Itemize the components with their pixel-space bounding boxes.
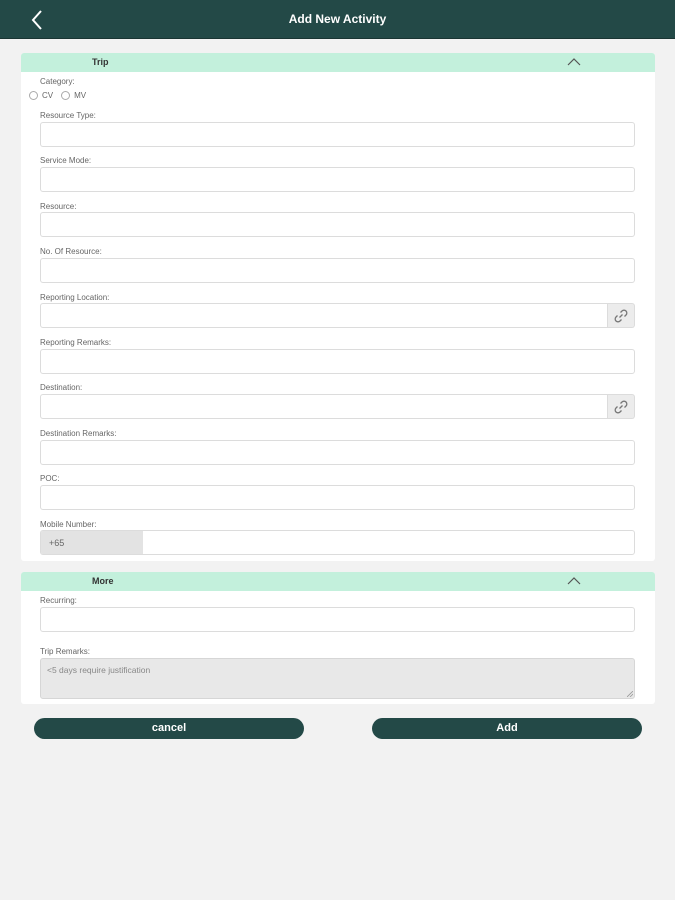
trip-remarks-label: Trip Remarks: bbox=[40, 647, 90, 656]
destination-remarks-field[interactable] bbox=[40, 440, 635, 465]
category-label: Category: bbox=[40, 77, 75, 86]
service-mode-label: Service Mode: bbox=[40, 156, 92, 165]
link-icon bbox=[614, 309, 628, 322]
poc-field[interactable] bbox=[40, 485, 635, 510]
recurring-label: Recurring: bbox=[40, 596, 77, 605]
resource-field[interactable] bbox=[40, 212, 635, 237]
chevron-up-icon[interactable] bbox=[567, 57, 581, 67]
trip-remarks-textarea[interactable]: <5 days require justification bbox=[40, 658, 635, 699]
no-of-resource-field[interactable] bbox=[40, 258, 635, 283]
reporting-location-link-button[interactable] bbox=[608, 303, 635, 328]
no-of-resource-label: No. Of Resource: bbox=[40, 247, 102, 256]
category-radio-group: CV MV bbox=[29, 91, 94, 100]
trip-section-title: Trip bbox=[92, 57, 109, 67]
radio-mv-label: MV bbox=[74, 91, 87, 100]
page-title: Add New Activity bbox=[288, 12, 387, 26]
destination-link-button[interactable] bbox=[608, 394, 635, 419]
destination-field[interactable] bbox=[40, 394, 608, 419]
destination-remarks-label: Destination Remarks: bbox=[40, 429, 117, 438]
reporting-location-label: Reporting Location: bbox=[40, 293, 110, 302]
destination-label: Destination: bbox=[40, 383, 83, 392]
mobile-prefix[interactable]: +65 bbox=[41, 531, 143, 554]
trip-section-header[interactable]: Trip bbox=[21, 53, 655, 72]
resource-type-field[interactable] bbox=[40, 122, 635, 147]
more-section: More Recurring: Trip Remarks: <5 days re… bbox=[21, 572, 655, 704]
radio-cv[interactable] bbox=[29, 91, 38, 100]
add-button[interactable]: Add bbox=[372, 718, 642, 739]
resource-label: Resource: bbox=[40, 202, 77, 211]
link-icon bbox=[614, 400, 628, 413]
service-mode-field[interactable] bbox=[40, 167, 635, 192]
radio-mv[interactable] bbox=[61, 91, 71, 100]
poc-label: POC: bbox=[40, 474, 60, 483]
category-option-mv[interactable]: MV bbox=[61, 91, 86, 100]
chevron-up-icon[interactable] bbox=[567, 576, 581, 586]
reporting-remarks-field[interactable] bbox=[40, 349, 635, 374]
mobile-number-label: Mobile Number: bbox=[40, 520, 97, 529]
recurring-field[interactable] bbox=[40, 607, 635, 632]
mobile-number-field[interactable]: +65 bbox=[40, 530, 635, 555]
more-section-header[interactable]: More bbox=[21, 572, 655, 591]
top-app-bar: Add New Activity bbox=[0, 0, 675, 39]
cancel-button[interactable]: cancel bbox=[34, 718, 304, 739]
trip-section: Trip Category: CV MV Resource Type: Serv… bbox=[21, 53, 655, 561]
more-section-title: More bbox=[92, 576, 114, 586]
resource-type-label: Resource Type: bbox=[40, 111, 96, 120]
trip-remarks-placeholder: <5 days require justification bbox=[47, 665, 151, 675]
radio-cv-label: CV bbox=[42, 91, 54, 100]
reporting-remarks-label: Reporting Remarks: bbox=[40, 338, 112, 347]
reporting-location-field[interactable] bbox=[40, 303, 608, 328]
resize-handle-icon[interactable] bbox=[627, 691, 633, 697]
category-option-cv[interactable]: CV bbox=[29, 91, 53, 100]
